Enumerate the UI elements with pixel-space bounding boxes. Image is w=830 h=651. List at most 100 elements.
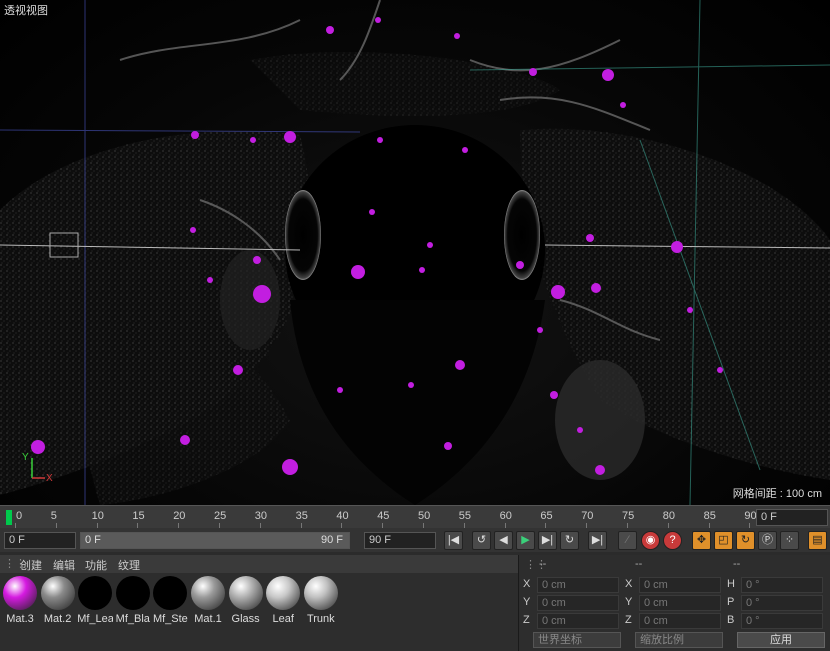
next-frame-icon[interactable]: ▶| <box>538 531 557 550</box>
coord-mode-select[interactable]: 世界坐标 <box>533 632 621 648</box>
axis-label: Z <box>625 614 632 626</box>
material-label: Mf_Bla <box>115 613 150 625</box>
material-swatch[interactable]: Glass <box>228 576 264 626</box>
timeline-tick-label: 35 <box>295 510 308 522</box>
material-preview-icon <box>3 576 37 610</box>
parameter-icon[interactable]: Ⓟ <box>758 531 777 550</box>
scale-tool-icon[interactable]: ◰ <box>714 531 733 550</box>
timeline-tick-label: 30 <box>254 510 268 522</box>
axis-label: X <box>523 578 531 590</box>
timeline-tick-label: 75 <box>622 510 635 522</box>
material-swatch[interactable]: Mf_Ste <box>152 576 188 626</box>
material-label: Leaf <box>272 613 294 625</box>
help-icon[interactable]: ? <box>663 531 682 550</box>
coordinate-field[interactable]: 0 cm <box>537 613 619 629</box>
material-swatch[interactable]: Mat.3 <box>2 576 38 626</box>
size-header: -- <box>635 558 643 570</box>
timeline-tick-label: 40 <box>336 510 349 522</box>
coordinate-field[interactable]: 0 cm <box>639 577 721 593</box>
material-preview-icon <box>228 576 263 610</box>
axis-label: P <box>727 596 735 608</box>
material-swatch[interactable]: Mat.1 <box>190 576 226 626</box>
timeline-tick-label: 90 <box>744 510 757 522</box>
material-label: Mat.2 <box>43 613 72 625</box>
grid-spacing-label: 网格间距 : 100 cm <box>732 488 822 500</box>
coordinate-field[interactable]: 0 cm <box>537 577 619 593</box>
play-icon[interactable]: ▶ <box>516 531 535 550</box>
material-swatch[interactable]: Mat.2 <box>40 576 76 626</box>
menu-texture[interactable]: 纹理 <box>118 557 140 573</box>
menu-create[interactable]: 创建 <box>20 557 42 573</box>
timeline-tick-label: 65 <box>540 510 553 522</box>
material-label: Glass <box>231 613 260 625</box>
svg-text:Y: Y <box>22 452 29 463</box>
menu-function[interactable]: 功能 <box>85 557 107 573</box>
timeline-icon[interactable]: ▤ <box>808 531 827 550</box>
move-tool-icon[interactable]: ✥ <box>692 531 711 550</box>
previous-key-icon[interactable]: ↺ <box>472 531 491 550</box>
timeline-tick-label: 20 <box>173 510 186 522</box>
material-label: Mat.3 <box>6 613 34 625</box>
end-frame-field[interactable]: 90 F <box>364 532 436 549</box>
menu-edit[interactable]: 编辑 <box>53 557 75 573</box>
start-frame-field[interactable]: 0 F <box>4 532 76 549</box>
record-key-icon[interactable]: ⁄ <box>618 531 637 550</box>
go-to-start-icon[interactable]: |◀ <box>444 531 463 550</box>
go-to-end-icon[interactable]: ▶| <box>588 531 607 550</box>
coordinate-field[interactable]: 0 ° <box>741 595 823 611</box>
coordinate-field[interactable]: 0 ° <box>741 613 823 629</box>
material-swatch[interactable]: Leaf <box>265 576 301 626</box>
viewport-title: 透视视图 <box>4 5 48 17</box>
grid-icon[interactable]: ⁘ <box>780 531 799 550</box>
timeline-tick-label: 0 <box>16 510 23 522</box>
previous-frame-icon[interactable]: ◀ <box>494 531 513 550</box>
autokey-icon[interactable]: ◉ <box>641 531 660 550</box>
material-swatch[interactable]: Trunk <box>303 576 339 626</box>
coordinates-panel: ⋮⋮ -- -- -- X0 cm X 0 cm H 0 ° Y 0 cm Y 0 cm P 0 °… <box>518 555 830 651</box>
coordinate-field[interactable]: 0 cm <box>639 613 721 629</box>
material-preview-icon <box>40 576 75 610</box>
transport-bar: 0 F 0 F 90 F 90 F |◀ ↺ ◀ ▶ ▶| ↻ ▶| ⁄ ◉ ?… <box>0 528 830 552</box>
scale-mode-select[interactable]: 缩放比例 <box>635 632 723 648</box>
timeline-tick-label: 25 <box>214 510 227 522</box>
coordinate-field[interactable]: 0 cm <box>639 595 721 611</box>
range-end-label: 90 F <box>320 534 343 546</box>
material-preview-icon <box>78 576 113 610</box>
material-list: Mat.3 Mat.2 Mf_Lea Mf_Bla Mf_Ste Mat.1 Glass Le… <box>0 573 518 651</box>
scene-render: Y X <box>0 0 830 505</box>
material-preview-icon <box>153 576 188 610</box>
material-swatch[interactable]: Mf_Bla <box>115 576 151 626</box>
material-swatch[interactable]: Mf_Lea <box>77 576 113 626</box>
axis-label: Y <box>625 596 633 608</box>
timeline-tick-label: 45 <box>377 510 390 522</box>
timeline-ticks: 0 5 10 15 20 25 30 35 40 45 50 55 60 65 70 75 80 85 90 <box>0 506 757 529</box>
material-preview-icon <box>266 576 301 610</box>
axis-label: H <box>727 578 735 590</box>
timeline-tick-label: 10 <box>91 510 104 522</box>
svg-text:X: X <box>46 473 53 484</box>
material-label: Mat.1 <box>194 613 222 625</box>
rotation-header: -- <box>733 558 741 570</box>
material-preview-icon <box>115 576 150 610</box>
position-header: -- <box>539 558 547 570</box>
coordinate-field[interactable]: 0 cm <box>537 595 619 611</box>
preview-range-slider[interactable]: 0 F 90 F <box>80 532 350 549</box>
range-start-label: 0 F <box>85 534 101 546</box>
axis-label: B <box>727 614 735 626</box>
material-menu-bar: ⋮⋮ 创建 编辑 功能 纹理 <box>0 555 518 573</box>
rotate-tool-icon[interactable]: ↻ <box>736 531 755 550</box>
axis-label: Y <box>523 596 531 608</box>
timeline-tick-label: 5 <box>50 510 57 522</box>
axis-label: Z <box>523 614 530 626</box>
timeline-tick-label: 85 <box>703 510 716 522</box>
perspective-viewport[interactable]: Y X 透视视图 网格间距 : 100 cm <box>0 0 830 505</box>
timeline-tick-label: 15 <box>132 510 145 522</box>
current-frame-field[interactable]: 0 F <box>756 509 828 526</box>
material-label: Mf_Lea <box>77 613 114 625</box>
coordinate-field[interactable]: 0 ° <box>741 577 823 593</box>
timeline-tick-label: 60 <box>499 510 512 522</box>
next-key-icon[interactable]: ↻ <box>560 531 579 550</box>
apply-button[interactable]: 应用 <box>737 632 825 648</box>
timeline-tick-label: 55 <box>458 510 472 522</box>
timeline-ruler[interactable]: 0 5 10 15 20 25 30 35 40 45 50 55 60 65 70 75 80 85 90 0 F <box>0 505 830 528</box>
